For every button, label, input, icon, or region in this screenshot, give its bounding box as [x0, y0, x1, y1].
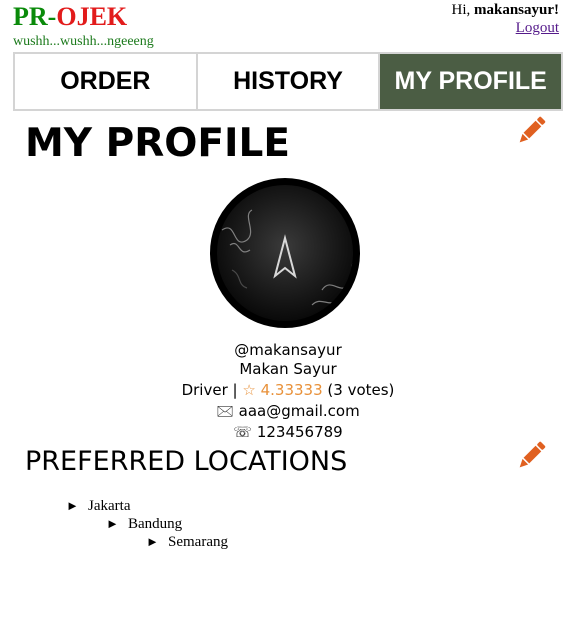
profile-email: aaa@gmail.com: [238, 402, 360, 420]
page-title: MY PROFILE: [25, 121, 291, 166]
envelope-icon: 🖂: [216, 402, 234, 420]
edit-locations-pencil-icon[interactable]: [514, 439, 548, 473]
location-name: Bandung: [128, 516, 183, 532]
tab-order[interactable]: ORDER: [15, 54, 198, 109]
phone-icon: ☏: [233, 423, 253, 441]
location-name: Semarang: [168, 534, 228, 550]
greeting-prefix: Hi,: [451, 2, 471, 18]
greeting-username: makansayur!: [473, 2, 559, 18]
profile-handle: @makansayur: [234, 341, 342, 359]
profile-role: Driver: [181, 381, 228, 399]
profile-full-name: Makan Sayur: [239, 360, 337, 378]
location-item: ► Semarang: [146, 533, 228, 551]
triangle-right-icon: ►: [66, 498, 79, 513]
rating-votes: (3 votes): [327, 381, 395, 399]
triangle-right-icon: ►: [106, 516, 119, 531]
rating-value: ☆ 4.33333: [242, 381, 323, 399]
main-nav-tabs: ORDER HISTORY MY PROFILE: [13, 52, 563, 111]
tab-history[interactable]: HISTORY: [197, 54, 381, 109]
logo[interactable]: PR-OJEK: [13, 2, 127, 32]
header: PR-OJEK wushh...wushh...ngeeeng Hi, maka…: [0, 0, 576, 52]
location-item: ► Jakarta: [66, 497, 130, 515]
logout-link[interactable]: Logout: [451, 19, 559, 37]
location-item: ► Bandung: [106, 515, 182, 533]
profile-avatar: [210, 178, 360, 328]
profile-role-rating: Driver | ☆ 4.33333 (3 votes): [0, 380, 576, 400]
user-greeting: Hi, makansayur! Logout: [451, 1, 559, 37]
triangle-right-icon: ►: [146, 534, 159, 549]
profile-phone-row: ☏ 123456789: [0, 422, 576, 442]
logo-pr: PR: [13, 2, 48, 31]
preferred-locations-title: PREFERRED LOCATIONS: [25, 446, 348, 477]
tagline: wushh...wushh...ngeeeng: [13, 34, 154, 49]
profile-phone: 123456789: [256, 423, 343, 441]
profile-email-row: 🖂 aaa@gmail.com: [0, 401, 576, 421]
location-name: Jakarta: [88, 498, 131, 514]
role-separator: |: [232, 381, 238, 399]
edit-profile-pencil-icon[interactable]: [514, 114, 548, 148]
tab-my-profile[interactable]: MY PROFILE: [380, 54, 562, 109]
logo-ojek: OJEK: [56, 2, 128, 31]
